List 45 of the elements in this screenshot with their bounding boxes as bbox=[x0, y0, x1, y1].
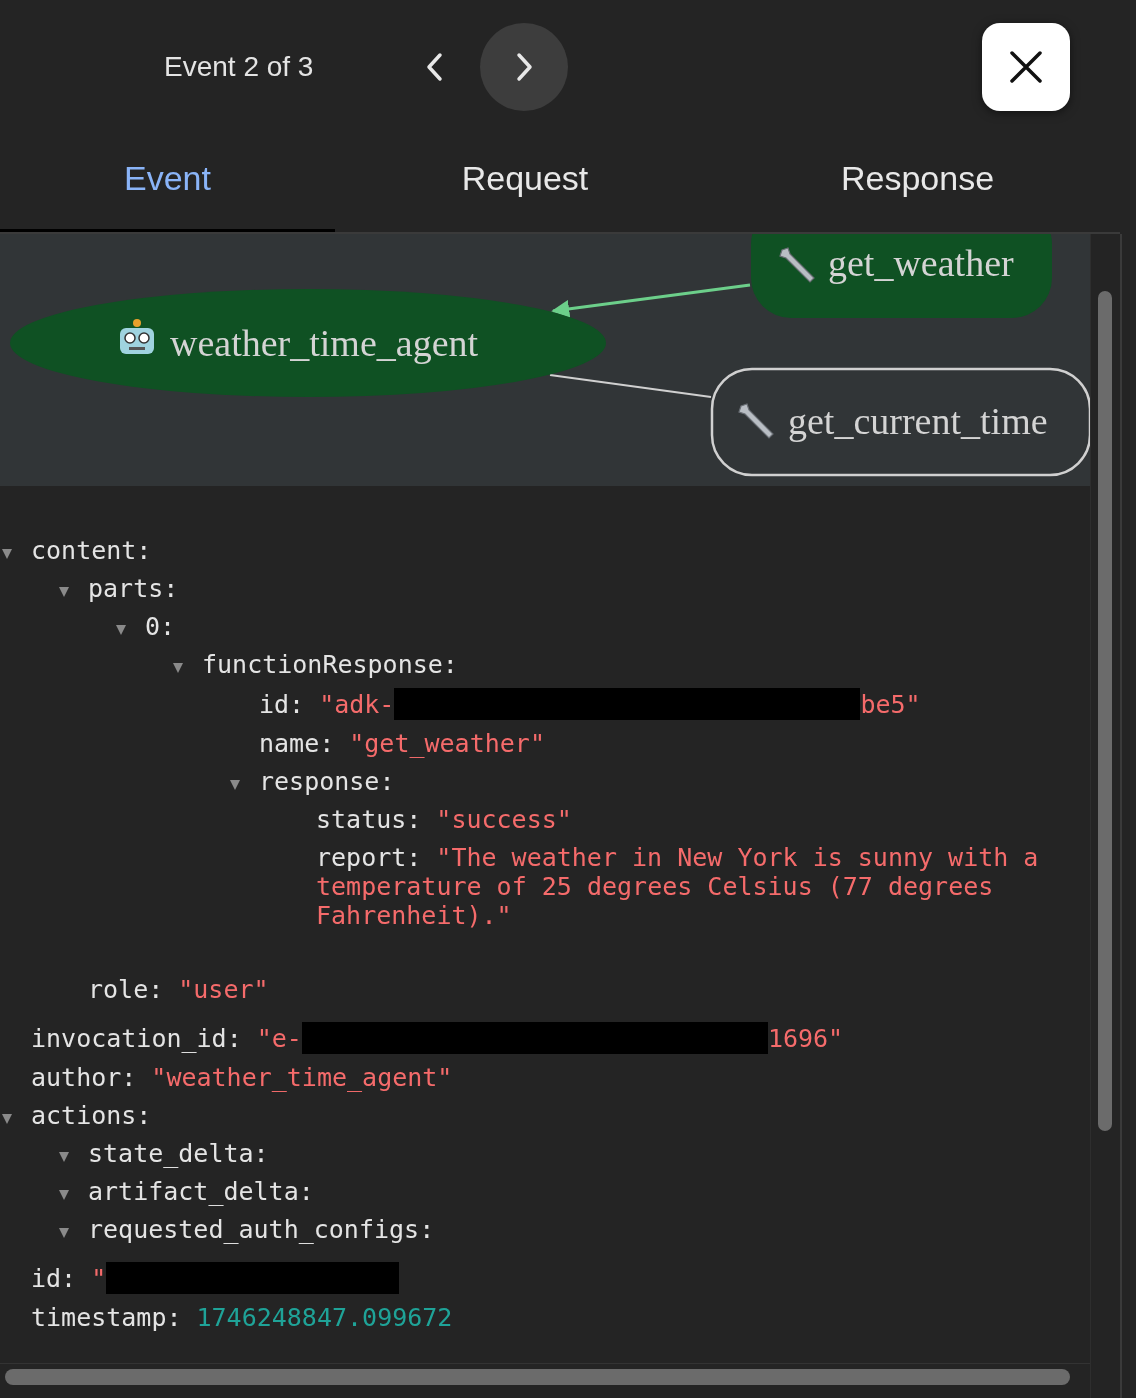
json-entry: name: "get_weather" bbox=[259, 728, 545, 760]
node-label: weather_time_agent bbox=[170, 322, 479, 364]
expand-toggle-icon[interactable] bbox=[58, 1149, 70, 1163]
json-value: "adk- bbox=[319, 690, 395, 719]
tab[interactable]: Request bbox=[335, 134, 715, 232]
expand-toggle-icon[interactable] bbox=[172, 660, 184, 674]
json-key: invocation_id: bbox=[31, 1024, 242, 1053]
json-entry: author: "weather_time_agent" bbox=[31, 1062, 453, 1094]
json-entry: requested_auth_configs: bbox=[88, 1214, 436, 1246]
expand-toggle-icon[interactable] bbox=[1, 546, 13, 560]
expand-toggle-icon[interactable] bbox=[229, 777, 241, 791]
expand-toggle-icon[interactable] bbox=[1, 1111, 13, 1125]
json-entry: report: "The weather in New York is sunny with a temperature of 25 degrees Celsius (77 degrees Fahrenheit)." bbox=[316, 842, 1040, 932]
close-icon bbox=[1009, 50, 1043, 84]
robot-icon bbox=[120, 319, 154, 354]
json-value: 1696" bbox=[767, 1024, 844, 1053]
json-entry: timestamp: 1746248847.099672 bbox=[31, 1302, 453, 1334]
tab[interactable]: Response bbox=[715, 134, 1120, 232]
json-entry: artifact_delta: bbox=[88, 1176, 315, 1208]
agent-node[interactable] bbox=[10, 289, 606, 397]
expand-toggle-icon[interactable] bbox=[115, 622, 127, 636]
json-entry: role: "user" bbox=[88, 974, 269, 1006]
expand-toggle-icon[interactable] bbox=[58, 1187, 70, 1201]
json-entry: content: bbox=[31, 535, 153, 567]
json-value: "e- bbox=[256, 1024, 302, 1053]
event-counter: Event 2 of 3 bbox=[164, 51, 315, 83]
json-entry: status: "success" bbox=[316, 804, 572, 836]
wrench-icon bbox=[779, 247, 815, 283]
close-button[interactable] bbox=[982, 23, 1070, 111]
expand-toggle-icon[interactable] bbox=[58, 584, 70, 598]
json-entry: functionResponse: bbox=[202, 649, 459, 681]
json-value: be5" bbox=[860, 690, 921, 719]
json-entry: response: bbox=[259, 766, 396, 798]
wrench-icon bbox=[738, 403, 774, 439]
node-label: get_weather bbox=[828, 242, 1014, 284]
expand-toggle-icon[interactable] bbox=[58, 1225, 70, 1239]
tool-node[interactable] bbox=[751, 234, 1052, 318]
json-entry: actions: bbox=[31, 1100, 153, 1132]
json-key: id: bbox=[31, 1264, 77, 1293]
node-label: get_current_time bbox=[788, 400, 1048, 442]
json-key: id: bbox=[259, 690, 305, 719]
json-entry: state_delta: bbox=[88, 1138, 270, 1170]
json-entry: parts: bbox=[88, 573, 180, 605]
json-entry: 0: bbox=[145, 611, 177, 643]
json-value: " bbox=[91, 1264, 107, 1293]
